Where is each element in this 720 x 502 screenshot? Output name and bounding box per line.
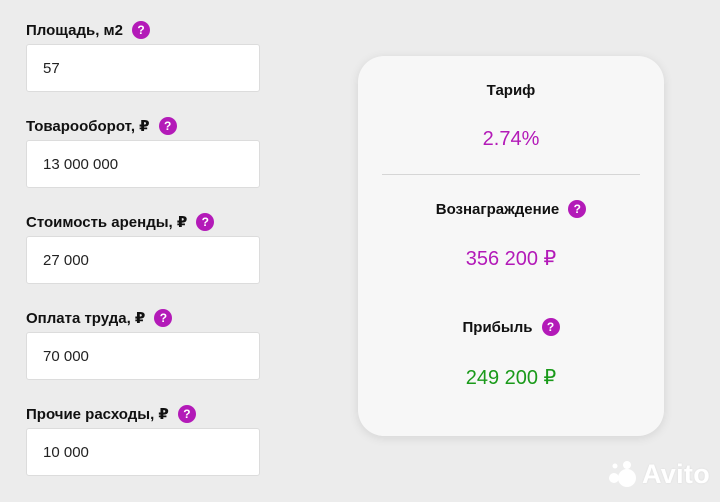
results-card: Тариф 2.74% Вознаграждение ? 356 200 ₽ П…: [358, 56, 664, 436]
avito-watermark-text: Avito: [642, 458, 710, 489]
tariff-label: Тариф: [486, 82, 536, 99]
salary-field: Оплата труда, ₽ ?: [26, 306, 260, 380]
turnover-label: Товарооборот, ₽ ?: [26, 114, 260, 138]
reward-label: Вознаграждение ?: [358, 200, 664, 218]
rent-help-icon[interactable]: ?: [196, 213, 215, 231]
area-input[interactable]: [26, 44, 260, 92]
profit-label: Прибыль ?: [358, 318, 664, 336]
profit-label-text: Прибыль: [462, 318, 533, 336]
reward-value: 356 200 ₽: [465, 248, 557, 270]
other-expenses-help-icon[interactable]: ?: [177, 405, 196, 423]
other-expenses-label: Прочие расходы, ₽ ?: [26, 402, 260, 426]
area-label: Площадь, м2 ?: [26, 18, 260, 42]
profit-help-icon[interactable]: ?: [541, 318, 560, 336]
rent-label-text: Стоимость аренды, ₽: [26, 214, 188, 231]
area-label-text: Площадь, м2: [26, 21, 123, 39]
turnover-field: Товарооборот, ₽ ?: [26, 114, 260, 188]
salary-label: Оплата труда, ₽ ?: [26, 306, 260, 330]
rent-label: Стоимость аренды, ₽ ?: [26, 210, 260, 234]
rent-field: Стоимость аренды, ₽ ?: [26, 210, 260, 284]
avito-logo-icon: [609, 461, 636, 487]
rent-input[interactable]: [26, 236, 260, 284]
area-help-icon[interactable]: ?: [131, 21, 150, 39]
reward-label-text: Вознаграждение: [435, 200, 560, 218]
results-divider: [382, 174, 640, 175]
salary-help-icon[interactable]: ?: [154, 309, 173, 327]
calculator-form: Площадь, м2 ? Товарооборот, ₽ ? Стоимост…: [26, 18, 260, 498]
salary-label-text: Оплата труда, ₽: [26, 310, 146, 327]
area-field: Площадь, м2 ?: [26, 18, 260, 92]
turnover-label-text: Товарооборот, ₽: [26, 118, 150, 135]
turnover-help-icon[interactable]: ?: [158, 117, 177, 135]
other-expenses-label-text: Прочие расходы, ₽: [26, 406, 169, 423]
other-expenses-field: Прочие расходы, ₽ ?: [26, 402, 260, 476]
salary-input[interactable]: [26, 332, 260, 380]
other-expenses-input[interactable]: [26, 428, 260, 476]
turnover-input[interactable]: [26, 140, 260, 188]
avito-watermark: Avito: [606, 458, 710, 490]
reward-help-icon[interactable]: ?: [568, 200, 587, 218]
profit-value: 249 200 ₽: [465, 367, 557, 389]
tariff-value: 2.74%: [482, 128, 540, 150]
